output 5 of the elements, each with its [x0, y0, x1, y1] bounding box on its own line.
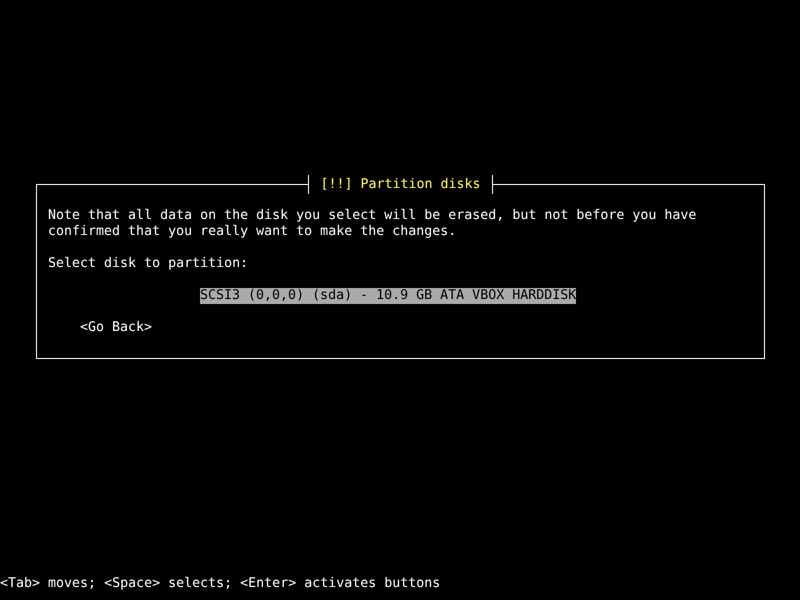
disk-list-item[interactable]: SCSI3 (0,0,0) (sda) - 10.9 GB ATA VBOX HARDDISK [200, 288, 576, 304]
dialog-title: [!!] Partition disks [308, 175, 493, 194]
disk-prompt: Select disk to partition: [48, 256, 250, 272]
keyboard-help-text: <Tab> moves; <Space> selects; <Enter> activates buttons [0, 576, 440, 592]
warning-message: Note that all data on the disk you select will be erased, but not before you have confirmed that you really want to make the changes. [48, 208, 698, 240]
